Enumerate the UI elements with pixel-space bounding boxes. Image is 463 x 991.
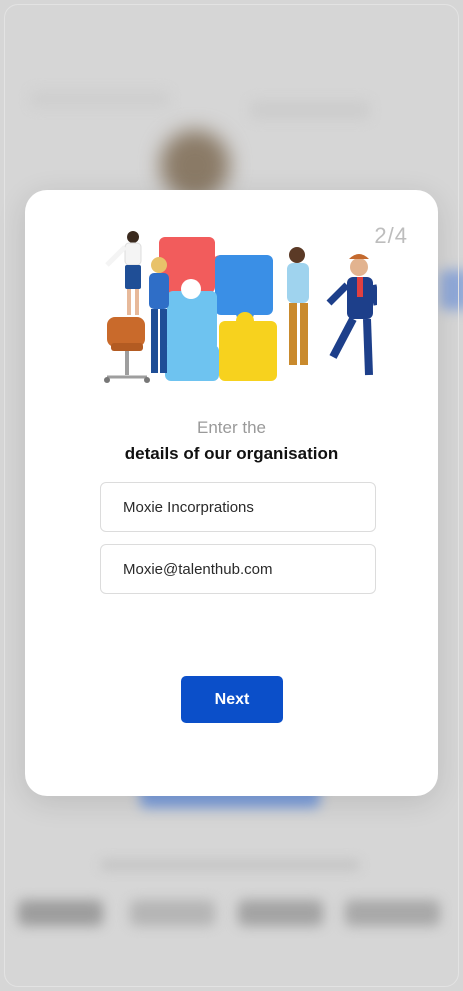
background-shape xyxy=(440,270,463,310)
step-indicator: 2/4 xyxy=(374,223,408,248)
team-puzzle-illustration xyxy=(104,231,377,383)
organisation-details-modal: 2/4 Enter the details of our organisatio… xyxy=(25,190,438,796)
heading-title: details of our organisation xyxy=(124,444,339,463)
person-blonde-icon xyxy=(149,257,169,373)
background-text xyxy=(100,860,360,870)
puzzle-icon xyxy=(159,237,277,381)
background-logo xyxy=(130,900,215,926)
person-casual-icon xyxy=(287,247,309,365)
heading-subtitle: Enter the xyxy=(197,418,266,437)
background-logo xyxy=(345,900,440,926)
email-field[interactable] xyxy=(100,544,376,594)
background-shape xyxy=(30,90,170,108)
organisation-name-field[interactable] xyxy=(100,482,376,532)
background-shape xyxy=(250,100,370,120)
chair-icon xyxy=(104,317,150,383)
background-logo xyxy=(238,900,323,926)
next-button[interactable]: Next xyxy=(181,676,283,723)
person-standing-icon xyxy=(105,231,142,315)
person-suit-icon xyxy=(326,254,377,376)
background-logo xyxy=(18,900,103,926)
